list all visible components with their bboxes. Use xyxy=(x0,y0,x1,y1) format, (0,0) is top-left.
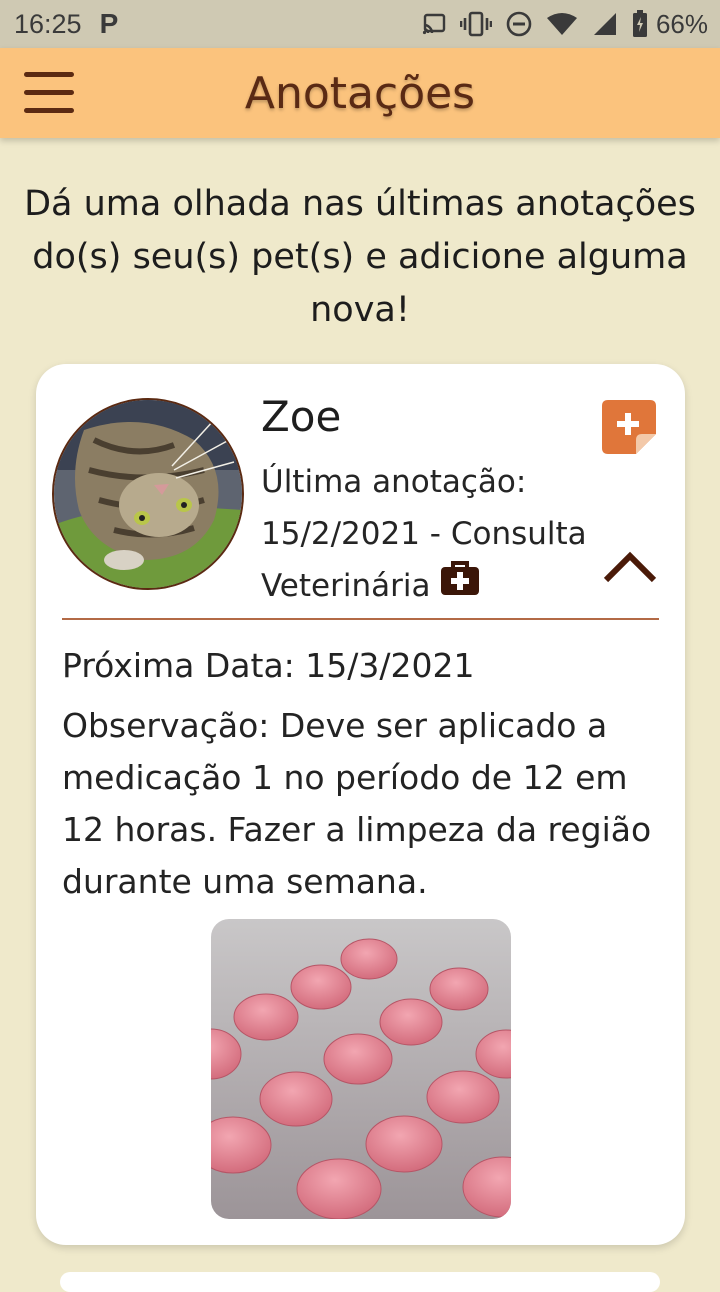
app-bar: Anotações xyxy=(0,48,720,138)
chevron-up-icon xyxy=(603,551,657,583)
last-note-label: Última anotação: xyxy=(261,464,527,500)
collapse-button[interactable] xyxy=(602,550,658,584)
next-date: Próxima Data: 15/3/2021 xyxy=(62,646,475,685)
signal-icon xyxy=(593,13,616,35)
battery-icon xyxy=(632,10,647,37)
medical-kit-icon xyxy=(441,561,480,595)
pet-name: Zoe xyxy=(261,392,342,441)
status-bar: 16:25 P 66% xyxy=(0,0,720,48)
next-card-peek xyxy=(60,1272,660,1292)
note-photo[interactable] xyxy=(211,919,511,1219)
battery-percent: 66% xyxy=(655,8,708,39)
last-note-type: Veterinária xyxy=(261,568,431,604)
intro-text: Dá uma olhada nas últimas anotações do(s… xyxy=(24,184,696,330)
status-time: 16:25 xyxy=(14,8,82,39)
page-title: Anotações xyxy=(244,68,476,119)
vibrate-icon xyxy=(459,11,492,37)
last-note-info: Última anotação: 15/2/2021 - Consulta Ve… xyxy=(261,456,591,612)
divider xyxy=(62,618,659,620)
last-note-date: 15/2/2021 - Consulta xyxy=(261,516,587,552)
pills-photo xyxy=(211,919,511,1219)
cat-photo xyxy=(54,400,242,588)
add-note-button[interactable] xyxy=(602,400,656,454)
wifi-icon xyxy=(546,13,577,35)
notification-p-icon: P xyxy=(99,8,119,39)
add-note-icon xyxy=(602,400,656,454)
cast-icon xyxy=(422,13,446,35)
note-card: Zoe Última anotação: 15/2/2021 - Consult… xyxy=(36,364,685,1245)
do-not-disturb-icon xyxy=(506,11,532,37)
observation-text: Observação: Deve ser aplicado a medicaçã… xyxy=(62,706,652,901)
pet-avatar xyxy=(52,398,244,590)
